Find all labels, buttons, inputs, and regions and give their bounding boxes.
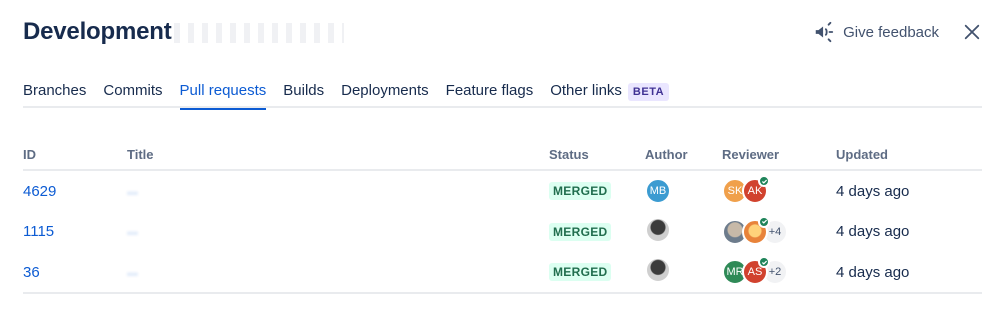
give-feedback-button[interactable]: Give feedback [813, 21, 939, 43]
tab-other-links[interactable]: Other links BETA [550, 74, 670, 108]
tab-bar: Branches Commits Pull requests Builds De… [23, 74, 982, 110]
pull-requests-table: ID Title Status Author Reviewer Updated … [23, 140, 982, 294]
reviewer-avatars: +4 [722, 215, 836, 245]
pr-title-link[interactable]: ... [127, 182, 138, 197]
author-avatar[interactable] [645, 216, 671, 243]
column-header-title: Title [127, 140, 549, 171]
pr-id-link[interactable]: 4629 [23, 183, 56, 200]
column-header-status: Status [549, 140, 645, 171]
author-avatar[interactable] [645, 257, 671, 283]
approved-check-icon [758, 256, 770, 268]
reviewer-avatars: MR AS +2 [722, 256, 836, 285]
column-header-reviewer: Reviewer [722, 140, 836, 171]
updated-time: 4 days ago [836, 263, 910, 281]
close-button[interactable] [961, 21, 983, 43]
close-icon [964, 24, 980, 40]
reviewer-avatar[interactable]: AK [742, 175, 770, 204]
tab-pull-requests[interactable]: Pull requests [179, 74, 266, 110]
approved-check-icon [758, 175, 770, 187]
megaphone-icon [815, 21, 834, 43]
tab-feature-flags[interactable]: Feature flags [446, 74, 534, 108]
reviewer-avatars: SK AK [722, 175, 836, 204]
column-header-id: ID [23, 140, 127, 171]
table-row: 1115 ... MERGED +4 4 days ago [23, 211, 982, 252]
give-feedback-label: Give feedback [843, 23, 939, 41]
pr-id-link[interactable]: 1115 [23, 223, 54, 240]
updated-time: 4 days ago [836, 223, 910, 240]
status-badge: MERGED [549, 222, 612, 241]
table-row: 4629 ... MERGED MB SK AK 4 days ago [23, 170, 982, 211]
reviewer-avatar[interactable]: AS [742, 256, 770, 285]
table-header-row: ID Title Status Author Reviewer Updated [23, 140, 982, 171]
header-actions: Give feedback [813, 21, 983, 43]
modal-title: Development [23, 18, 344, 46]
column-header-author: Author [645, 140, 722, 171]
table-row: 36 ... MERGED MR AS +2 4 days ago [23, 252, 982, 294]
approved-check-icon [758, 215, 770, 228]
status-badge: MERGED [549, 182, 612, 200]
pr-title-link[interactable]: ... [127, 263, 138, 278]
beta-badge: BETA [627, 83, 670, 101]
tab-deployments[interactable]: Deployments [341, 74, 429, 108]
reviewer-avatar[interactable] [742, 215, 770, 245]
tab-builds[interactable]: Builds [283, 74, 324, 108]
updated-time: 4 days ago [836, 182, 910, 200]
author-avatar[interactable]: MB [645, 178, 671, 204]
redacted-title-text [173, 22, 344, 43]
status-badge: MERGED [549, 263, 612, 281]
tab-commits[interactable]: Commits [103, 74, 162, 108]
tab-branches[interactable]: Branches [23, 74, 86, 108]
modal-header: Development Give feedback [23, 14, 983, 50]
pr-id-link[interactable]: 36 [23, 264, 40, 281]
column-header-updated: Updated [836, 140, 982, 171]
pr-title-link[interactable]: ... [127, 222, 138, 237]
